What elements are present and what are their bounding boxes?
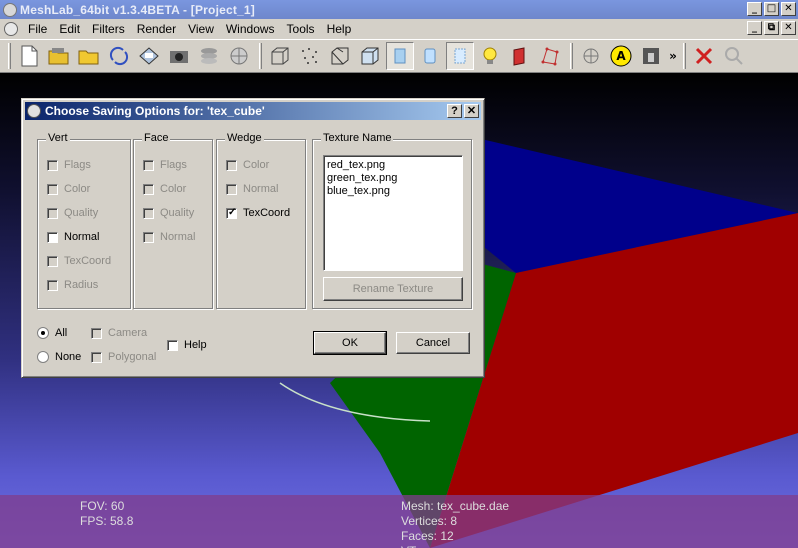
dialog-help-button[interactable]: ? [447, 104, 462, 118]
points-icon[interactable] [296, 42, 324, 70]
toolbar-grip[interactable] [8, 43, 11, 69]
wedge-group: Wedge Color Normal ✓ TexCoord [216, 132, 306, 309]
bbox-icon[interactable] [266, 42, 294, 70]
wireframe-icon[interactable] [326, 42, 354, 70]
extra-info: VT [401, 544, 416, 548]
face-normal-checkbox[interactable]: Normal [143, 231, 195, 243]
menu-help[interactable]: Help [321, 22, 358, 36]
vert-group-title: Vert [46, 132, 70, 144]
menu-view[interactable]: View [182, 22, 220, 36]
texture-list-item[interactable]: blue_tex.png [327, 185, 459, 198]
dialog-titlebar[interactable]: Choose Saving Options for: 'tex_cube' ? … [25, 102, 481, 120]
main-toolbar: A » [0, 39, 798, 73]
mesh-sphere-icon[interactable] [225, 42, 253, 70]
toolbar-separator [259, 43, 262, 69]
all-radio[interactable]: All [37, 327, 67, 339]
camera-checkbox[interactable]: Camera [91, 327, 147, 339]
polygonal-checkbox[interactable]: Polygonal [91, 351, 156, 363]
menu-windows[interactable]: Windows [220, 22, 281, 36]
vert-flags-checkbox[interactable]: Flags [47, 159, 91, 171]
menu-tools[interactable]: Tools [281, 22, 321, 36]
flat-icon[interactable] [386, 42, 414, 70]
texture-list-item[interactable]: red_tex.png [327, 159, 459, 172]
cancel-button[interactable]: Cancel [396, 332, 470, 354]
meshlab-logo-icon [3, 2, 17, 17]
mesh-name: Mesh: tex_cube.dae [401, 499, 510, 513]
open-folder-icon[interactable] [75, 42, 103, 70]
vertex-count: Vertices: 8 [401, 514, 458, 528]
annotate-icon[interactable]: A [607, 42, 635, 70]
close-button[interactable]: ✕ [781, 2, 796, 16]
vert-group: Vert Flags Color Quality Normal TexCoord… [37, 132, 131, 309]
rename-texture-button[interactable]: Rename Texture [323, 277, 463, 301]
save-icon[interactable] [135, 42, 163, 70]
align-icon[interactable] [577, 42, 605, 70]
open-project-icon[interactable] [45, 42, 73, 70]
toolbar-separator [683, 43, 686, 69]
wedge-texcoord-checkbox[interactable]: ✓ TexCoord [226, 207, 290, 219]
texture-icon[interactable] [446, 42, 474, 70]
smooth-icon[interactable] [416, 42, 444, 70]
dialog-title: Choose Saving Options for: 'tex_cube' [45, 104, 265, 118]
ok-button[interactable]: OK [313, 331, 387, 355]
layers-icon[interactable] [195, 42, 223, 70]
texture-list-item[interactable]: green_tex.png [327, 172, 459, 185]
menu-file[interactable]: File [22, 22, 53, 36]
vert-radius-checkbox[interactable]: Radius [47, 279, 98, 291]
menu-render[interactable]: Render [131, 22, 182, 36]
snapshot-icon[interactable] [165, 42, 193, 70]
menu-edit[interactable]: Edit [53, 22, 86, 36]
toolbar-separator [570, 43, 573, 69]
mdi-restore-button[interactable]: ⧉ [764, 21, 779, 35]
svg-text:A: A [616, 49, 626, 63]
toolbar-more-button[interactable]: » [667, 49, 679, 63]
saving-options-dialog: Choose Saving Options for: 'tex_cube' ? … [21, 98, 485, 378]
face-count: Faces: 12 [401, 529, 454, 543]
wedge-color-checkbox[interactable]: Color [226, 159, 269, 171]
face-quality-checkbox[interactable]: Quality [143, 207, 194, 219]
vert-normal-checkbox[interactable]: Normal [47, 231, 99, 243]
face-flags-checkbox[interactable]: Flags [143, 159, 187, 171]
reload-icon[interactable] [105, 42, 133, 70]
none-radio[interactable]: None [37, 351, 81, 363]
mdi-minimize-button[interactable]: _ [747, 21, 762, 35]
fps-readout: FPS: 58.8 [80, 514, 134, 528]
color-icon[interactable] [506, 42, 534, 70]
fov-readout: FOV: 60 [80, 499, 125, 513]
search-icon[interactable] [720, 42, 748, 70]
vert-quality-checkbox[interactable]: Quality [47, 207, 98, 219]
face-group-title: Face [142, 132, 171, 144]
help-checkbox[interactable]: Help [167, 339, 207, 351]
face-color-checkbox[interactable]: Color [143, 183, 186, 195]
hidden-lines-icon[interactable] [356, 42, 384, 70]
menu-filters[interactable]: Filters [86, 22, 131, 36]
menubar: File Edit Filters Render View Windows To… [0, 19, 798, 39]
maximize-button[interactable]: □ [764, 2, 779, 16]
window-titlebar: MeshLab_64bit v1.3.4BETA - [Project_1] _… [0, 0, 798, 19]
wedge-normal-checkbox[interactable]: Normal [226, 183, 278, 195]
texture-group: Texture Name red_tex.png green_tex.png b… [312, 132, 472, 309]
light-icon[interactable] [476, 42, 504, 70]
mdi-close-button[interactable]: ✕ [781, 21, 796, 35]
texture-list[interactable]: red_tex.png green_tex.png blue_tex.png [323, 155, 463, 271]
texture-group-title: Texture Name [321, 132, 394, 144]
window-title: MeshLab_64bit v1.3.4BETA - [Project_1] [20, 2, 256, 17]
measure-icon[interactable] [637, 42, 665, 70]
info-panel: FOV: 60 FPS: 58.8 Mesh: tex_cube.dae Ver… [0, 495, 798, 548]
vertex-select-icon[interactable] [536, 42, 564, 70]
new-doc-icon[interactable] [15, 42, 43, 70]
minimize-button[interactable]: _ [747, 2, 762, 16]
meshlab-logo-icon [27, 104, 41, 118]
face-group: Face Flags Color Quality Normal [133, 132, 213, 309]
cross-icon[interactable] [690, 42, 718, 70]
vert-texcoord-checkbox[interactable]: TexCoord [47, 255, 111, 267]
dialog-close-button[interactable]: ✕ [464, 104, 479, 118]
document-system-icon[interactable] [4, 22, 18, 36]
vert-color-checkbox[interactable]: Color [47, 183, 90, 195]
wedge-group-title: Wedge [225, 132, 264, 144]
